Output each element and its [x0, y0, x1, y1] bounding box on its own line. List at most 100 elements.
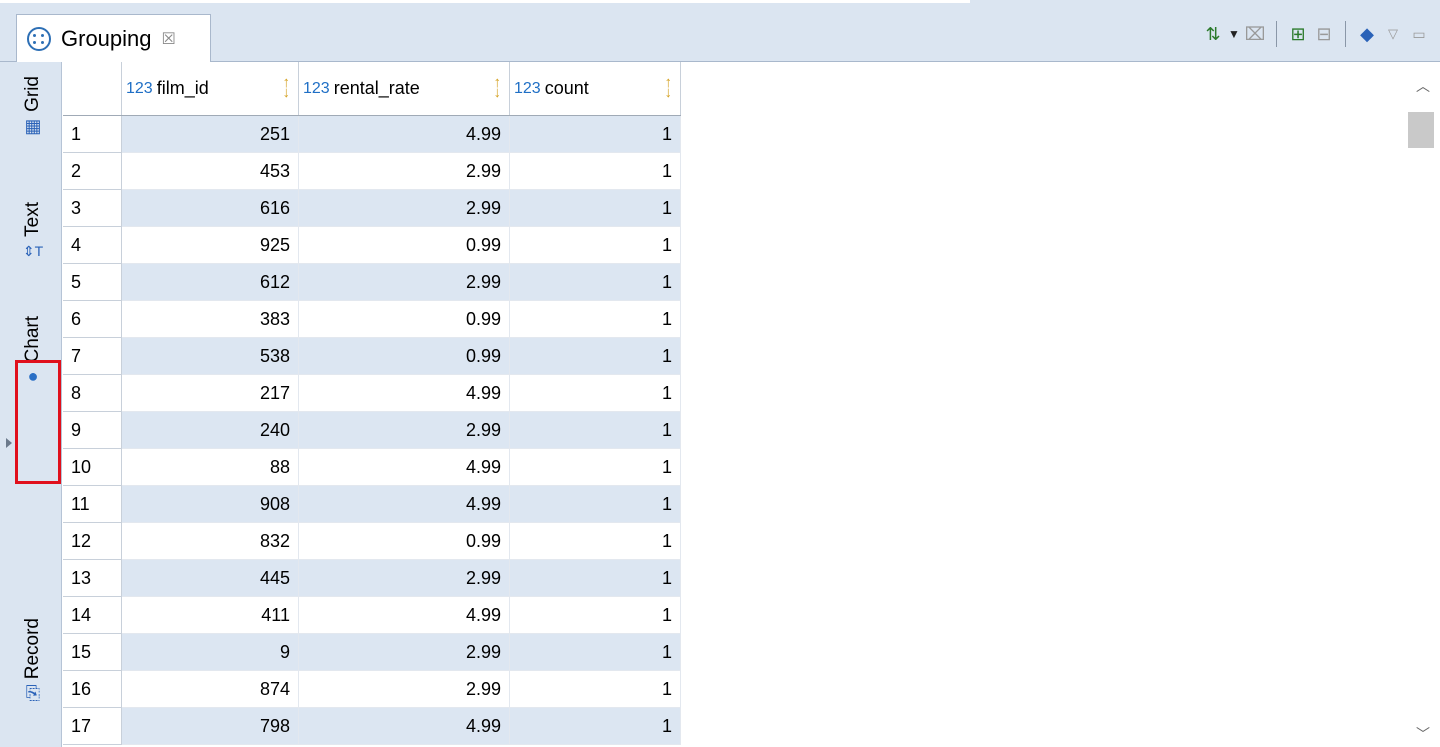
cell-film-id[interactable]: 908 [121, 485, 299, 523]
sort-icon[interactable]: ↑ ↓ [665, 75, 673, 100]
cell-film-id[interactable]: 445 [121, 559, 299, 597]
cell-rental-rate[interactable]: 2.99 [298, 411, 510, 449]
cell-film-id[interactable]: 925 [121, 226, 299, 264]
close-icon[interactable]: ☒ [162, 29, 176, 49]
cell-count[interactable]: 1 [509, 670, 681, 708]
table-row[interactable]: 7 538 0.99 1 [63, 337, 681, 375]
dropdown-arrow-icon[interactable]: ▼ [1226, 22, 1242, 46]
cell-count[interactable]: 1 [509, 411, 681, 449]
cell-rental-rate[interactable]: 0.99 [298, 337, 510, 375]
cell-film-id[interactable]: 383 [121, 300, 299, 338]
row-number: 16 [63, 670, 122, 708]
cell-count[interactable]: 1 [509, 707, 681, 745]
cell-count[interactable]: 1 [509, 263, 681, 301]
grid-icon: ▦ [24, 115, 42, 136]
cell-rental-rate[interactable]: 2.99 [298, 189, 510, 227]
cell-count[interactable]: 1 [509, 374, 681, 412]
cell-film-id[interactable]: 240 [121, 411, 299, 449]
sort-icon[interactable]: ↑ ↓ [494, 75, 502, 100]
rail-grid[interactable]: ▦ Grid [20, 76, 46, 136]
scroll-thumb[interactable] [1408, 112, 1434, 148]
cell-rental-rate[interactable]: 2.99 [298, 633, 510, 671]
cell-film-id[interactable]: 9 [121, 633, 299, 671]
add-column-icon[interactable]: ⊞ [1285, 22, 1311, 46]
rail-record-label: Record [22, 618, 43, 680]
cell-count[interactable]: 1 [509, 152, 681, 190]
cell-rental-rate[interactable]: 4.99 [298, 448, 510, 486]
table-row[interactable]: 17 798 4.99 1 [63, 707, 681, 745]
cell-rental-rate[interactable]: 4.99 [298, 374, 510, 412]
table-row[interactable]: 9 240 2.99 1 [63, 411, 681, 449]
cell-count[interactable]: 1 [509, 485, 681, 523]
top-strip [0, 0, 970, 3]
table-row[interactable]: 8 217 4.99 1 [63, 374, 681, 412]
table-row[interactable]: 11 908 4.99 1 [63, 485, 681, 523]
cell-rental-rate[interactable]: 2.99 [298, 670, 510, 708]
cell-count[interactable]: 1 [509, 596, 681, 634]
cell-film-id[interactable]: 453 [121, 152, 299, 190]
cell-film-id[interactable]: 217 [121, 374, 299, 412]
cell-count[interactable]: 1 [509, 448, 681, 486]
table-row[interactable]: 6 383 0.99 1 [63, 300, 681, 338]
eraser-icon[interactable]: ◆ [1354, 22, 1380, 46]
cell-rental-rate[interactable]: 4.99 [298, 485, 510, 523]
tab-grouping[interactable]: Grouping ☒ [16, 14, 211, 62]
sort-settings-icon[interactable]: ⇅ [1200, 22, 1226, 46]
cell-film-id[interactable]: 88 [121, 448, 299, 486]
rail-text[interactable]: ⇕T Text [20, 202, 46, 261]
table-row[interactable]: 5 612 2.99 1 [63, 263, 681, 301]
vertical-scrollbar[interactable]: ︿ ﹀ [1404, 62, 1440, 747]
cell-rental-rate[interactable]: 4.99 [298, 596, 510, 634]
cell-rental-rate[interactable]: 0.99 [298, 522, 510, 560]
cell-film-id[interactable]: 251 [121, 115, 299, 153]
minimize-icon[interactable]: ▭ [1406, 22, 1432, 46]
table-row[interactable]: 15 9 2.99 1 [63, 633, 681, 671]
cell-film-id[interactable]: 832 [121, 522, 299, 560]
cell-rental-rate[interactable]: 0.99 [298, 300, 510, 338]
cell-film-id[interactable]: 612 [121, 263, 299, 301]
rail-record[interactable]: ⎘ Record [20, 618, 46, 703]
cell-film-id[interactable]: 616 [121, 189, 299, 227]
cell-count[interactable]: 1 [509, 337, 681, 375]
cell-film-id[interactable]: 874 [121, 670, 299, 708]
table-row[interactable]: 4 925 0.99 1 [63, 226, 681, 264]
filter-clear-icon[interactable]: ⌧ [1242, 22, 1268, 46]
column-header-count[interactable]: 123 count ↑ ↓ [509, 62, 681, 116]
table-row[interactable]: 1 251 4.99 1 [63, 115, 681, 153]
scroll-up-icon[interactable]: ︿ [1416, 76, 1430, 96]
cell-count[interactable]: 1 [509, 559, 681, 597]
cell-count[interactable]: 1 [509, 226, 681, 264]
row-number: 5 [63, 263, 122, 301]
cell-rental-rate[interactable]: 4.99 [298, 707, 510, 745]
table-row[interactable]: 12 832 0.99 1 [63, 522, 681, 560]
table-row[interactable]: 2 453 2.99 1 [63, 152, 681, 190]
scroll-down-icon[interactable]: ﹀ [1416, 724, 1430, 744]
cell-film-id[interactable]: 798 [121, 707, 299, 745]
cell-rental-rate[interactable]: 2.99 [298, 559, 510, 597]
row-number: 14 [63, 596, 122, 634]
cell-count[interactable]: 1 [509, 115, 681, 153]
chart-highlight-box [15, 360, 61, 484]
cell-rental-rate[interactable]: 0.99 [298, 226, 510, 264]
view-menu-icon[interactable]: ▽ [1380, 22, 1406, 46]
column-header-rental-rate[interactable]: 123 rental_rate ↑ ↓ [298, 62, 510, 116]
editor-tab-bar: Grouping ☒ ⇅ ▼ ⌧ ⊞ ⊟ ◆ ▽ ▭ [0, 0, 1440, 62]
result-grid: 123 film_id ↑ ↓ 123 rental_rate ↑ ↓ 123 co [63, 62, 1403, 747]
column-header-film-id[interactable]: 123 film_id ↑ ↓ [121, 62, 299, 116]
table-row[interactable]: 14 411 4.99 1 [63, 596, 681, 634]
cell-rental-rate[interactable]: 2.99 [298, 152, 510, 190]
table-row[interactable]: 3 616 2.99 1 [63, 189, 681, 227]
cell-count[interactable]: 1 [509, 522, 681, 560]
cell-count[interactable]: 1 [509, 189, 681, 227]
cell-film-id[interactable]: 411 [121, 596, 299, 634]
sort-icon[interactable]: ↑ ↓ [283, 75, 291, 100]
cell-film-id[interactable]: 538 [121, 337, 299, 375]
remove-column-icon[interactable]: ⊟ [1311, 22, 1337, 46]
table-row[interactable]: 13 445 2.99 1 [63, 559, 681, 597]
table-row[interactable]: 16 874 2.99 1 [63, 670, 681, 708]
cell-rental-rate[interactable]: 2.99 [298, 263, 510, 301]
cell-count[interactable]: 1 [509, 300, 681, 338]
cell-count[interactable]: 1 [509, 633, 681, 671]
table-row[interactable]: 10 88 4.99 1 [63, 448, 681, 486]
cell-rental-rate[interactable]: 4.99 [298, 115, 510, 153]
